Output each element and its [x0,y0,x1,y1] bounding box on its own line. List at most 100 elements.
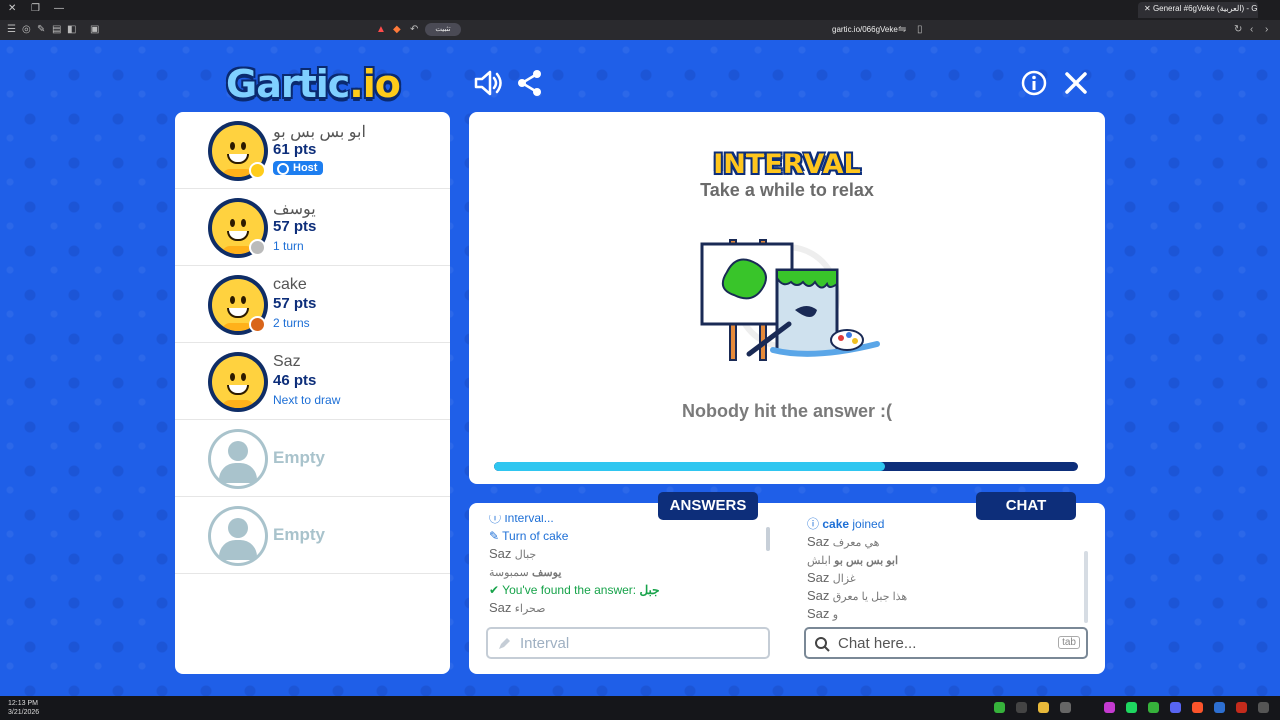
info-icon[interactable] [1019,68,1049,98]
player-row[interactable]: Saz 46 pts Next to draw [175,343,450,420]
list-item: يوسف سمبوسة [489,567,562,579]
close-window-icon[interactable]: ✕ [8,3,16,14]
player-points: 57 pts [273,218,317,235]
tabs-icon[interactable]: ▤ [52,24,61,35]
app-icon[interactable] [1236,702,1247,713]
answers-list: ⓘ Interval... ✎ Turn of cake Saz جبال يو… [489,515,769,625]
status-dot [249,162,266,179]
browser-tab-strip: ✕ ❐ — + ✕ General #6gVeke (العربية) - G [0,0,1280,20]
search-icon [815,637,830,652]
interval-title: INTERVAL [713,149,861,180]
gartic-logo[interactable]: Gartic.io [226,62,401,106]
info-icon: ⓘ [807,517,823,531]
list-item: Saz و [807,606,839,621]
bookmark-icon[interactable]: ▯ [917,24,923,35]
address-bar: ☰ ◎ ✎ ▤ ◧ ▣ ▲ ◆ ↶ تثبيت gartic.io/066gVe… [0,20,1280,40]
progress-fill [494,462,886,471]
empty-avatar-icon [208,429,268,489]
chat-input[interactable]: Chat here... tab [804,627,1088,659]
forward-icon[interactable]: › [1265,24,1268,35]
list-item: ⓘ Interval... [489,515,769,527]
list-item: Saz هذا جبل يا معرق [807,588,908,603]
list-item: ابو بس بس بو ابلش [807,555,899,567]
player-row[interactable]: يوسف 57 pts 1 turn [175,189,450,266]
list-item: Saz غزال [807,570,856,585]
tab-title: General #6gVeke (العربية) - G [1152,4,1258,13]
avatar [208,198,268,258]
round-result-text: Nobody hit the answer :( [681,401,892,421]
players-panel: ابو بس بس بو 61 pts Host يوسف 57 pts 1 t… [175,112,450,674]
minimize-window-icon[interactable]: — [54,3,64,14]
settings-icon[interactable] [1060,702,1071,713]
list-item: ⓘ cake joined [807,517,885,531]
pencil-icon [499,638,510,649]
sound-icon[interactable] [473,68,503,98]
brave-icon[interactable] [1192,702,1203,713]
brave-shield-icon[interactable]: ◆ [393,24,401,35]
game-page: Gartic.io ابو بس بس بو 61 pts Host يوسف … [0,40,1280,696]
xbox-icon[interactable] [1148,702,1159,713]
player-row[interactable]: cake 57 pts 2 turns [175,266,450,343]
share-icon[interactable] [515,68,545,98]
swap-icon[interactable]: ⇋ [898,24,906,35]
warning-icon[interactable]: ▲ [376,24,386,35]
player-turns: 1 turn [273,239,304,253]
empty-avatar-icon [208,506,268,566]
player-turns: 2 turns [273,316,310,330]
list-item: Saz هي معرف [807,534,880,549]
checkmark-icon: ✔ [489,583,503,597]
discord-icon[interactable] [1170,702,1181,713]
location-icon[interactable]: ◎ [22,24,31,35]
app-icon[interactable] [1258,702,1269,713]
sidebar-icon[interactable]: ◧ [67,24,76,35]
spotify-icon[interactable] [1126,702,1137,713]
list-item: Saz جبال [489,546,537,561]
url-text[interactable]: gartic.io/066gVeke [832,25,898,34]
folder-icon[interactable] [1038,702,1049,713]
info-icon: ⓘ [489,515,505,525]
drawing-stage: INTERVAL Take a while to relax G Nobody … [469,112,1105,484]
tab-close-icon[interactable]: ✕ [1144,4,1151,13]
empty-slot: Empty [175,497,450,574]
app-icon[interactable] [1104,702,1115,713]
reload-icon[interactable]: ↻ [1234,24,1242,35]
os-taskbar: 12:13 PM 3/21/2026 [0,696,1280,720]
host-badge: Host [273,161,324,175]
extensions-icon[interactable]: ✎ [37,24,45,35]
host-icon [277,163,289,175]
browser-tab-active[interactable]: ✕ General #6gVeke (العربية) - G [1138,2,1258,18]
round-timer-progress [494,462,1078,471]
player-row[interactable]: ابو بس بس بو 61 pts Host [175,112,450,189]
back-icon[interactable]: ‹ [1250,24,1253,35]
answers-chat-panel: ANSWERS CHAT ⓘ Interval... ✎ Turn of cak… [469,492,1105,674]
player-name: يوسف [273,201,316,218]
crying-paint-bucket-illustration: G [700,239,880,361]
player-points: 57 pts [273,295,317,312]
list-item: ✎ Turn of cake [489,529,569,543]
tab-key-hint: tab [1058,636,1080,649]
app-icon[interactable] [1016,702,1027,713]
answer-input[interactable]: Interval [486,627,770,659]
close-icon[interactable] [1061,68,1091,98]
chat-scrollbar[interactable] [1084,551,1088,623]
xbox-icon[interactable] [994,702,1005,713]
player-name: cake [273,276,307,293]
empty-label: Empty [273,525,325,544]
player-name: Saz [273,353,301,370]
list-item: ✔ You've found the answer: جبل [489,583,660,597]
screenshot-icon[interactable]: ▣ [90,24,99,35]
avatar [208,352,268,412]
restore-window-icon[interactable]: ❐ [31,3,40,14]
back-arrow-icon[interactable]: ↶ [410,24,418,35]
app-icon[interactable] [1214,702,1225,713]
player-name: ابو بس بس بو [273,124,366,141]
player-next-to-draw: Next to draw [273,393,341,407]
clock[interactable]: 12:13 PM 3/21/2026 [8,699,39,717]
pencil-icon: ✎ [489,529,503,543]
avatar [208,121,268,181]
answers-scrollbar[interactable] [766,527,770,551]
menu-icon[interactable]: ☰ [7,24,16,35]
install-app-button[interactable]: تثبيت [425,23,461,36]
avatar [208,275,268,335]
chat-list: ⓘ cake joined Saz هي معرف ابو بس بس بو ا… [807,515,1077,625]
